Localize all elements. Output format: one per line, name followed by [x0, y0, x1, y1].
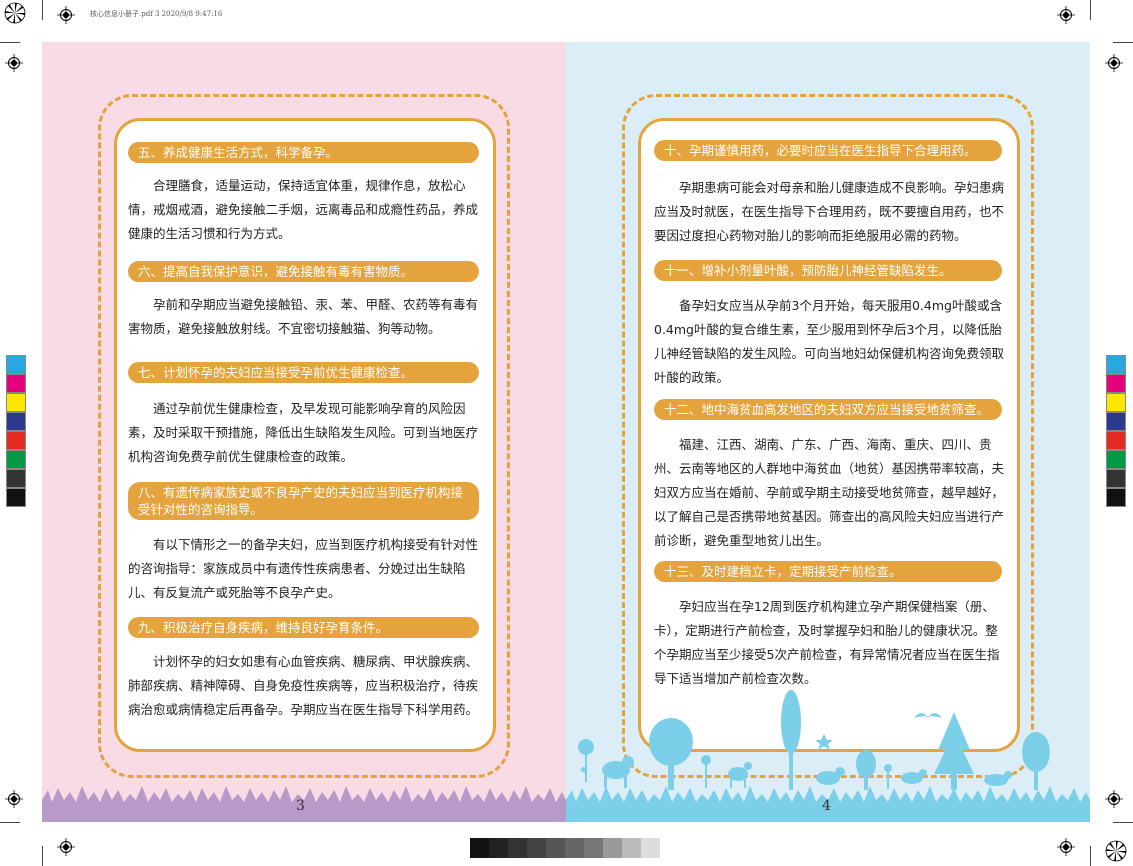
- page-number: 3: [296, 798, 305, 814]
- gray-swatch: [641, 838, 660, 858]
- registration-mark-icon: [1105, 54, 1123, 72]
- section-body: 孕妇应当在孕12周到医疗机构建立孕产期保健档案（册、卡），定期进行产前检查，及时…: [654, 599, 1000, 686]
- section-heading: 六、提高自我保护意识，避免接触有毒有害物质。: [128, 261, 479, 282]
- section-heading: 十二、地中海贫血高发地区的夫妇双方应当接受地贫筛查。: [654, 399, 1002, 420]
- tree-icon: [649, 718, 693, 790]
- right-page: 十、孕期谨慎用药，必要时应当在医生指导下合理用药。 孕期患病可能会对母亲和胎儿健…: [566, 42, 1090, 822]
- star-target-icon: [1105, 840, 1127, 862]
- section-body: 孕前和孕期应当避免接触铅、汞、苯、甲醛、农药等有毒有害物质，避免接触放射线。不宜…: [128, 297, 479, 336]
- section-heading: 七、计划怀孕的夫妇应当接受孕前优生健康检查。: [128, 362, 479, 383]
- registration-mark-icon: [5, 54, 23, 72]
- registration-mark-icon: [1057, 838, 1075, 856]
- color-calibration-bar: [6, 355, 26, 507]
- trim-line: [1113, 42, 1133, 43]
- gray-swatch: [527, 838, 546, 858]
- trim-line: [1090, 846, 1091, 866]
- section-body: 合理膳食，适量运动，保持适宜体重，规律作息，放松心情，戒烟戒酒，避免接触二手烟，…: [128, 178, 479, 241]
- registration-mark-icon: [5, 790, 23, 808]
- gray-swatch: [565, 838, 584, 858]
- section-body: 福建、江西、湖南、广东、广西、海南、重庆、四川、贵州、云南等地区的人群地中海贫血…: [654, 437, 1005, 548]
- gray-swatch: [546, 838, 565, 858]
- gray-swatch: [584, 838, 603, 858]
- section-body: 孕期患病可能会对母亲和胎儿健康造成不良影响。孕妇患病应当及时就医，在医生指导下合…: [654, 180, 1005, 243]
- trim-line: [1090, 0, 1091, 20]
- color-swatch: [6, 393, 26, 412]
- bird-icon: [914, 713, 942, 718]
- left-page: 五、养成健康生活方式，科学备孕。 合理膳食，适量运动，保持适宜体重，规律作息，放…: [42, 42, 566, 822]
- color-swatch: [1106, 374, 1126, 393]
- color-swatch: [1106, 431, 1126, 450]
- section-heading: 十三、及时建档立卡，定期接受产前检查。: [654, 561, 1002, 582]
- color-swatch: [1106, 393, 1126, 412]
- color-swatch: [6, 431, 26, 450]
- section-heading: 十、孕期谨慎用药，必要时应当在医生指导下合理用药。: [654, 140, 1002, 161]
- section-heading: 九、积极治疗自身疾病，维持良好孕育条件。: [128, 617, 479, 638]
- registration-mark-icon: [1105, 790, 1123, 808]
- flower-icon: [578, 739, 594, 782]
- pdf-spread-viewport: 核心信息小册子.pdf 3 2020/9/8 9:47:16 五、养成健康生活方…: [0, 0, 1133, 866]
- registration-mark-icon: [1057, 6, 1075, 24]
- section-heading: 十一、增补小剂量叶酸，预防胎儿神经管缺陷发生。: [654, 260, 1002, 281]
- gray-swatch: [470, 838, 489, 858]
- flower-icon: [815, 734, 833, 750]
- trim-line: [0, 822, 20, 823]
- tree-icon: [934, 712, 974, 790]
- print-header-text: 核心信息小册子.pdf 3 2020/9/8 9:47:16: [90, 10, 223, 18]
- gray-calibration-strip: [470, 838, 660, 858]
- tree-icon: [781, 690, 801, 790]
- trim-line: [0, 42, 20, 43]
- trim-line: [42, 846, 43, 866]
- scenery-decoration: [578, 690, 1050, 790]
- section-heading: 八、有遗传病家族史或不良孕产史的夫妇应当到医疗机构接受针对性的咨询指导。: [128, 482, 479, 520]
- color-swatch: [6, 450, 26, 469]
- color-swatch: [6, 355, 26, 374]
- section-body: 备孕妇女应当从孕前3个月开始，每天服用0.4mg叶酸或含0.4mg叶酸的复合维生…: [654, 298, 1005, 385]
- color-swatch: [6, 488, 26, 507]
- star-target-icon: [4, 2, 26, 24]
- section-body: 有以下情形之一的备孕夫妇，应当到医疗机构接受有针对性的咨询指导：家族成员中有遗传…: [128, 537, 479, 600]
- trim-line: [42, 0, 43, 20]
- registration-mark-icon: [57, 838, 75, 856]
- color-swatch: [6, 469, 26, 488]
- color-swatch: [1106, 450, 1126, 469]
- gray-swatch: [622, 838, 641, 858]
- section-body: 通过孕前优生健康检查，及早发现可能影响孕育的风险因素，及时采取干预措施，降低出生…: [128, 401, 479, 464]
- trim-line: [1113, 822, 1133, 823]
- section-body: 计划怀孕的妇女如患有心血管疾病、糖尿病、甲状腺疾病、肺部疾病、精神障碍、自身免疫…: [128, 654, 479, 717]
- color-swatch: [6, 412, 26, 431]
- page-number: 4: [822, 798, 831, 814]
- color-swatch: [1106, 412, 1126, 431]
- gray-swatch: [508, 838, 527, 858]
- color-swatch: [6, 374, 26, 393]
- color-swatch: [1106, 469, 1126, 488]
- section-heading: 五、养成健康生活方式，科学备孕。: [128, 142, 479, 163]
- color-calibration-bar: [1106, 355, 1126, 507]
- gray-swatch: [603, 838, 622, 858]
- color-swatch: [1106, 488, 1126, 507]
- gray-swatch: [489, 838, 508, 858]
- registration-mark-icon: [57, 6, 75, 24]
- color-swatch: [1106, 355, 1126, 374]
